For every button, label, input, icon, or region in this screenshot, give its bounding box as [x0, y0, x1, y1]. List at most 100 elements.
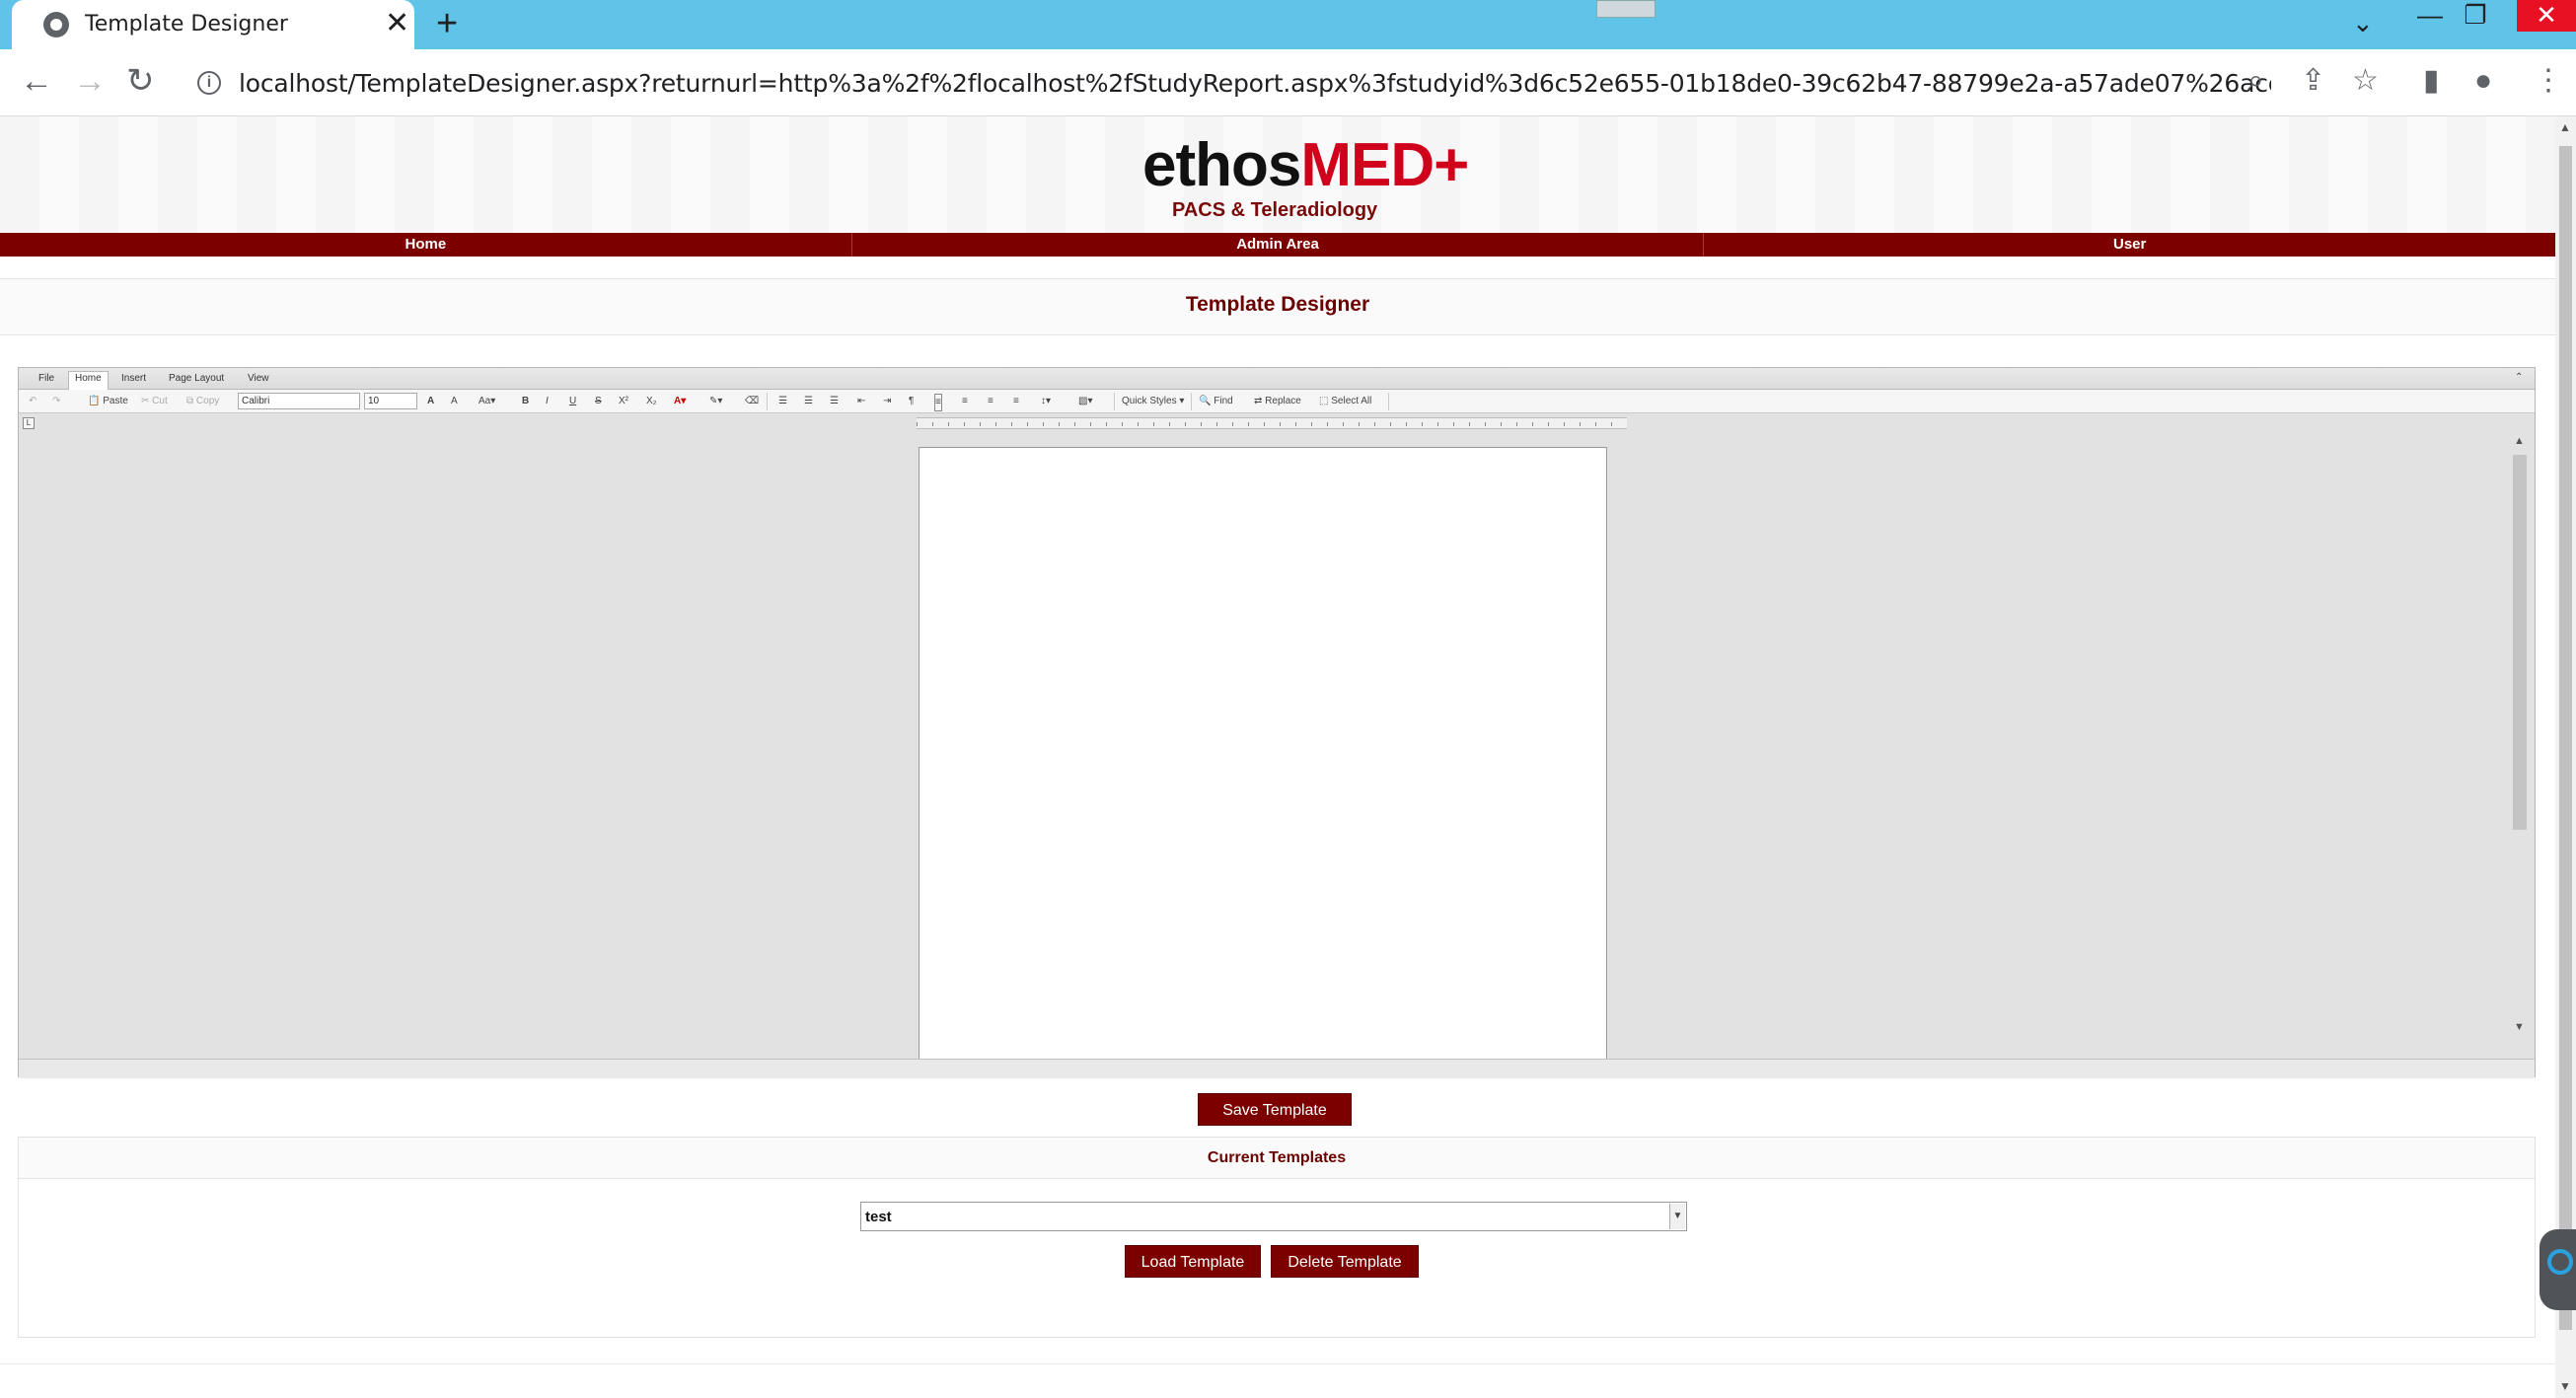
line-spacing-icon[interactable]: ↕▾ — [1041, 394, 1051, 409]
increase-indent-icon[interactable]: ⇥ — [883, 394, 891, 409]
decrease-indent-icon[interactable]: ⇤ — [857, 394, 865, 409]
zoom-icon[interactable]: ⌕ — [2247, 63, 2264, 99]
save-template-button[interactable]: Save Template — [1198, 1093, 1352, 1126]
rich-text-editor: File Home Insert Page Layout View ⌃ ↶ ↷ … — [18, 367, 2536, 1078]
ribbon-tab-insert[interactable]: Insert — [115, 372, 152, 385]
delete-template-button[interactable]: Delete Template — [1271, 1245, 1419, 1278]
page-scrollbar[interactable]: ▲ ▼ — [2555, 116, 2576, 1398]
replace-label: Replace — [1265, 396, 1301, 406]
ribbon-separator — [1114, 393, 1115, 410]
reload-button[interactable]: ↻ — [126, 63, 155, 99]
side-panel-icon[interactable]: ▮ — [2423, 63, 2440, 99]
page-title-band: Template Designer — [0, 278, 2555, 335]
logo-prefix: ethos — [1142, 131, 1301, 199]
font-size-select[interactable]: 10 — [364, 393, 417, 409]
ribbon-tab-page-layout[interactable]: Page Layout — [163, 372, 230, 385]
change-case-icon[interactable]: Aa▾ — [478, 394, 495, 409]
minimize-button[interactable]: — — [2407, 0, 2453, 32]
ribbon-toolbar: ↶ ↷ 📋 Paste ✂ Cut ⧉ Copy Calibri 10 A A … — [19, 390, 2535, 413]
underline-icon[interactable]: U — [569, 394, 576, 409]
menu-home[interactable]: Home — [0, 233, 852, 257]
horizontal-ruler[interactable] — [917, 417, 1627, 429]
editor-scrollbar[interactable]: ▲ ▼ — [2509, 433, 2531, 1035]
url-text[interactable]: localhost/TemplateDesigner.aspx?returnur… — [239, 69, 2271, 98]
select-all-button[interactable]: ⬚ Select All — [1319, 394, 1371, 409]
numbering-icon[interactable]: ☰ — [804, 394, 813, 409]
document-page[interactable] — [919, 447, 1607, 1078]
clear-formatting-icon[interactable]: ⌫ — [745, 394, 759, 409]
editor-status-bar — [19, 1059, 2535, 1078]
find-button[interactable]: 🔍 Find — [1199, 394, 1233, 409]
collapse-ribbon-icon[interactable]: ⌃ — [2515, 370, 2523, 386]
bookmark-star-icon[interactable]: ☆ — [2352, 63, 2379, 99]
template-select-value: test — [865, 1209, 892, 1225]
shading-icon[interactable]: ▧▾ — [1078, 394, 1092, 409]
page-viewport: ethosMED+ PACS & Teleradiology Home Admi… — [0, 116, 2555, 1398]
cut-button[interactable]: ✂ Cut — [141, 394, 168, 409]
undo-icon[interactable]: ↶ — [29, 394, 37, 409]
share-icon[interactable]: ⇪ — [2301, 63, 2325, 99]
ribbon-separator — [1388, 393, 1389, 410]
tab-search-icon[interactable]: ⌄ — [2352, 8, 2374, 38]
close-window-button[interactable]: ✕ — [2517, 0, 2576, 32]
tab-stop-selector[interactable]: L — [23, 417, 35, 429]
align-left-icon[interactable]: ≡ — [934, 394, 942, 411]
replace-button[interactable]: ⇄ Replace — [1254, 394, 1301, 409]
new-tab-button[interactable]: + — [436, 4, 458, 43]
browser-toolbar: ← → ↻ i localhost/TemplateDesigner.aspx?… — [0, 49, 2576, 116]
align-right-icon[interactable]: ≡ — [988, 394, 994, 409]
cut-label: Cut — [152, 396, 168, 406]
scroll-down-arrow[interactable]: ▼ — [2514, 1021, 2525, 1033]
italic-icon[interactable]: I — [546, 394, 549, 409]
shrink-font-icon[interactable]: A — [451, 394, 458, 409]
tab-close-icon[interactable]: ✕ — [385, 6, 409, 41]
site-info-icon[interactable]: i — [197, 71, 221, 95]
font-name-select[interactable]: Calibri — [238, 393, 360, 409]
remote-support-icon — [2547, 1249, 2573, 1275]
menu-kebab-icon[interactable]: ⋮ — [2534, 63, 2563, 99]
editor-scroll-thumb[interactable] — [2513, 455, 2527, 830]
ribbon-tab-strip: File Home Insert Page Layout View ⌃ — [19, 368, 2535, 390]
ribbon-tab-file[interactable]: File — [33, 372, 60, 385]
page-scroll-down-arrow[interactable]: ▼ — [2559, 1379, 2571, 1393]
superscript-icon[interactable]: X² — [619, 394, 628, 409]
align-center-icon[interactable]: ≡ — [962, 394, 968, 409]
remote-support-widget[interactable] — [2539, 1229, 2576, 1310]
ribbon-tab-home[interactable]: Home — [68, 371, 109, 390]
current-templates-panel: Current Templates — [18, 1137, 2536, 1338]
copy-button[interactable]: ⧉ Copy — [186, 394, 219, 409]
browser-tab[interactable]: Template Designer ✕ — [12, 0, 414, 49]
profile-avatar-icon[interactable]: ● — [2474, 63, 2492, 99]
bold-icon[interactable]: B — [522, 394, 529, 409]
bullets-icon[interactable]: ☰ — [778, 394, 787, 409]
ethosmed-logo: ethosMED+ — [1142, 130, 1469, 200]
grow-font-icon[interactable]: A — [427, 394, 434, 409]
template-select[interactable]: test ▼ — [860, 1202, 1687, 1231]
menu-admin-area[interactable]: Admin Area — [852, 233, 1705, 257]
load-template-button[interactable]: Load Template — [1125, 1245, 1261, 1278]
footer-divider — [0, 1363, 2555, 1364]
chevron-down-icon[interactable]: ▼ — [1669, 1204, 1685, 1229]
page-scroll-up-arrow[interactable]: ▲ — [2559, 120, 2571, 134]
tab-title: Template Designer — [85, 12, 288, 37]
restore-button[interactable]: ❐ — [2453, 0, 2498, 32]
paste-button[interactable]: 📋 Paste — [88, 394, 128, 409]
quick-styles-button[interactable]: Quick Styles ▾ — [1122, 394, 1184, 409]
page-scroll-thumb[interactable] — [2559, 146, 2572, 1330]
menu-user[interactable]: User — [1704, 233, 2555, 257]
page-title: Template Designer — [1185, 293, 1370, 316]
back-button[interactable]: ← — [20, 63, 53, 99]
multilevel-list-icon[interactable]: ☰ — [830, 394, 839, 409]
strikethrough-icon[interactable]: S — [595, 394, 602, 409]
forward-button[interactable]: → — [73, 63, 107, 99]
ribbon-tab-view[interactable]: View — [242, 372, 275, 385]
justify-icon[interactable]: ≡ — [1013, 394, 1019, 409]
redo-icon[interactable]: ↷ — [52, 394, 60, 409]
subscript-icon[interactable]: X₂ — [646, 394, 657, 409]
address-bar[interactable]: i localhost/TemplateDesigner.aspx?return… — [184, 59, 2285, 107]
paragraph-marks-icon[interactable]: ¶ — [909, 394, 914, 409]
font-color-icon[interactable]: A▾ — [674, 394, 686, 409]
scroll-up-arrow[interactable]: ▲ — [2514, 435, 2525, 447]
highlight-color-icon[interactable]: ✎▾ — [709, 394, 722, 409]
current-templates-heading: Current Templates — [19, 1138, 2535, 1179]
